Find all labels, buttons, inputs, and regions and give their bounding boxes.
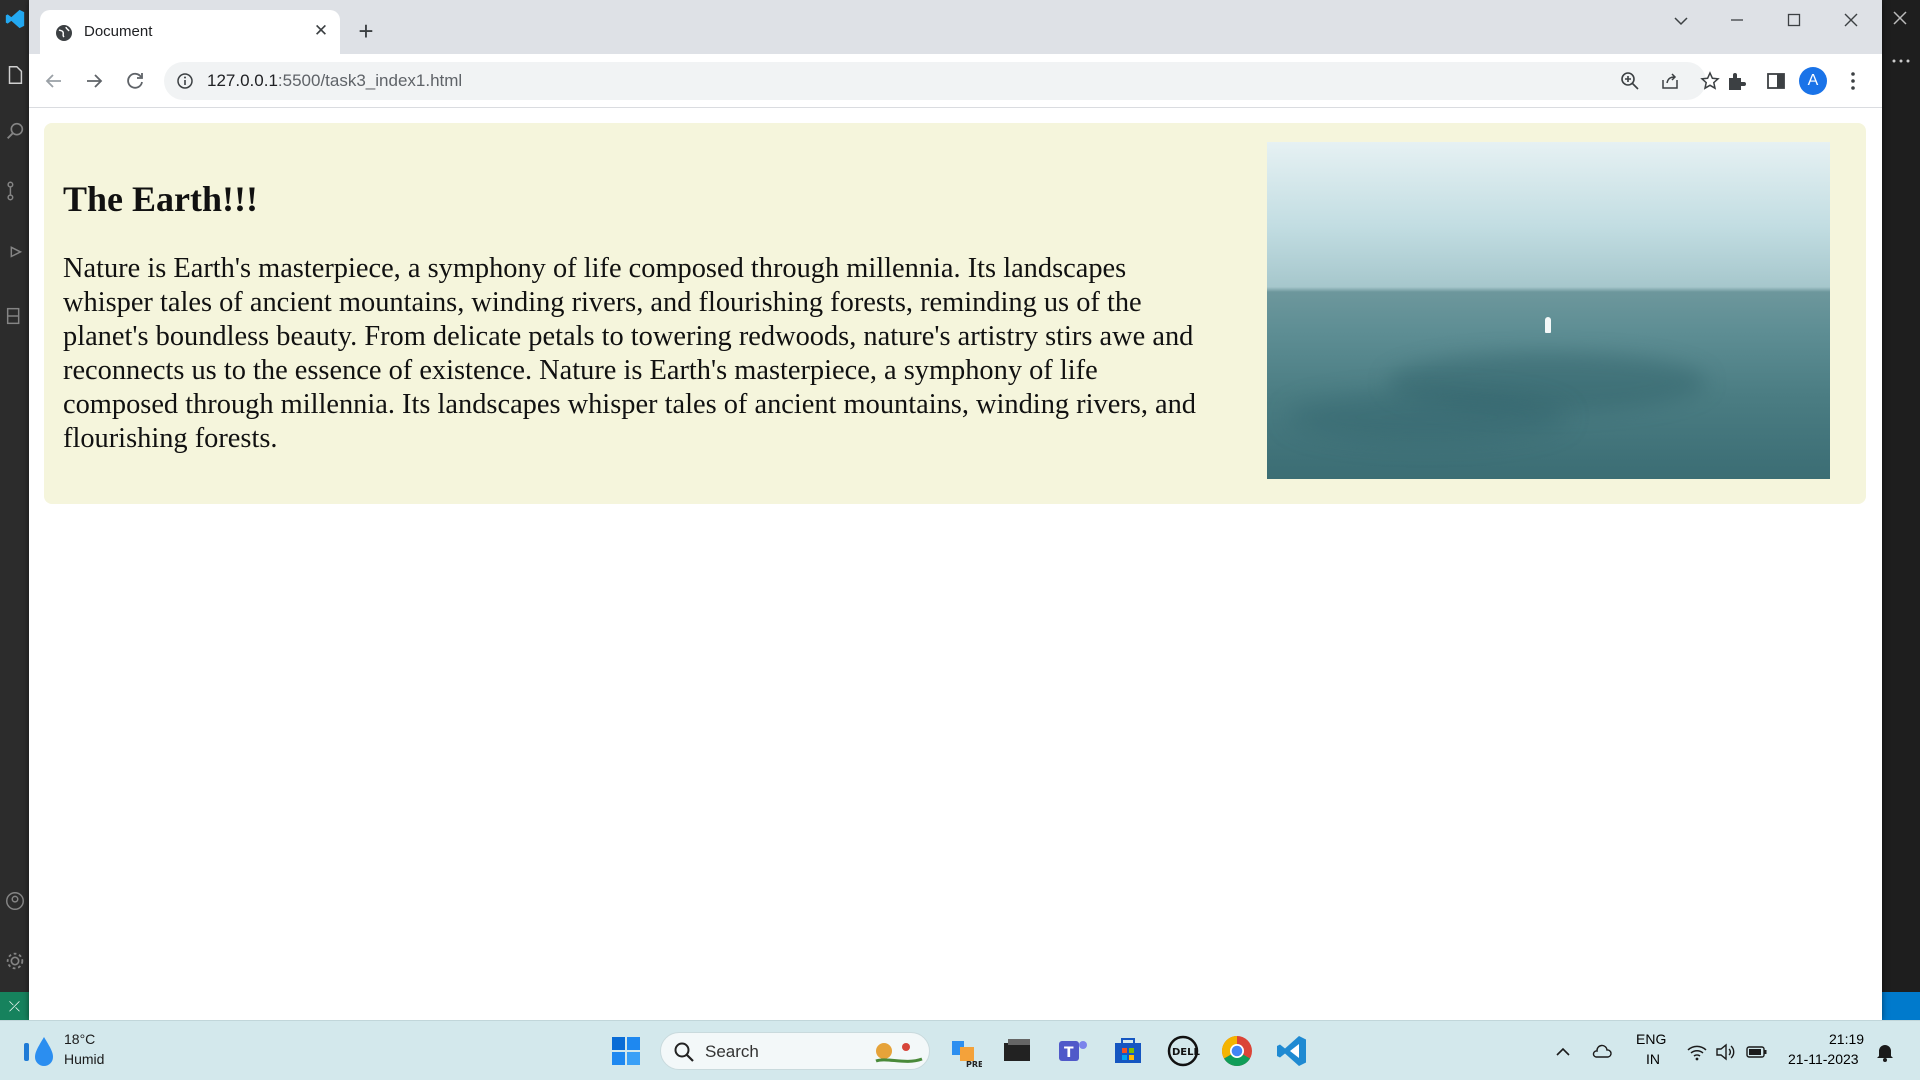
teams-icon[interactable]: T — [1055, 1033, 1091, 1069]
image-wave — [1287, 392, 1567, 442]
globe-icon — [56, 25, 72, 41]
copilot-icon[interactable]: PRE — [946, 1033, 982, 1069]
windows-start-icon[interactable] — [610, 1035, 642, 1067]
weather-description: Humid — [64, 1051, 105, 1067]
source-control-icon[interactable] — [4, 180, 26, 202]
weather-temperature: 18°C — [64, 1031, 96, 1047]
forward-arrow-icon[interactable] — [79, 66, 109, 96]
chrome-icon[interactable] — [1219, 1033, 1255, 1069]
svg-text:DELL: DELL — [1172, 1047, 1201, 1058]
tab-strip: Document ✕ + — [29, 0, 1882, 54]
explorer-icon[interactable] — [4, 64, 26, 86]
search-label: Search — [705, 1042, 759, 1061]
remote-indicator-icon[interactable]: ⤫ — [0, 992, 29, 1020]
file-explorer-icon[interactable] — [1000, 1033, 1036, 1069]
zoom-icon[interactable] — [1620, 71, 1640, 91]
extensions-panel-icon[interactable] — [4, 305, 26, 327]
vscode-activity-bar — [0, 0, 29, 1020]
account-icon[interactable] — [4, 890, 26, 912]
volume-icon[interactable] — [1714, 1041, 1736, 1063]
dell-icon[interactable]: DELL — [1165, 1033, 1201, 1069]
share-icon[interactable] — [1660, 71, 1680, 91]
settings-gear-icon[interactable] — [4, 950, 26, 972]
svg-text:PRE: PRE — [966, 1060, 982, 1069]
weather-humid-icon[interactable] — [22, 1033, 56, 1069]
svg-text:T: T — [1064, 1045, 1074, 1061]
taskbar-search[interactable]: Search — [660, 1032, 930, 1070]
back-arrow-icon[interactable] — [39, 66, 69, 96]
debug-icon[interactable] — [4, 240, 26, 262]
notification-bell-icon[interactable] — [1874, 1041, 1896, 1063]
maximize-icon[interactable] — [1774, 8, 1814, 36]
minimize-icon[interactable] — [1717, 8, 1757, 36]
vscode-logo-icon — [5, 9, 25, 29]
vscode-icon[interactable] — [1274, 1033, 1310, 1069]
address-bar[interactable]: 127.0.0.1:5500/task3_index1.html — [164, 62, 1720, 100]
vscode-editor-edge — [1882, 0, 1920, 1020]
onedrive-icon[interactable] — [1591, 1041, 1613, 1063]
content-card: The Earth!!! Nature is Earth's masterpie… — [44, 123, 1866, 504]
chevron-up-icon[interactable] — [1552, 1041, 1574, 1063]
reload-icon[interactable] — [120, 66, 150, 96]
search-highlight-icon — [875, 1043, 923, 1063]
battery-icon[interactable] — [1746, 1041, 1768, 1063]
wifi-icon[interactable] — [1686, 1041, 1708, 1063]
star-icon[interactable] — [1700, 71, 1720, 91]
clock-date[interactable]: 21-11-2023 — [1788, 1051, 1859, 1067]
search-icon[interactable] — [4, 120, 26, 142]
url-text[interactable]: 127.0.0.1:5500/task3_index1.html — [207, 71, 462, 91]
page-paragraph: Nature is Earth's masterpiece, a symphon… — [63, 253, 1197, 454]
more-horizontal-icon[interactable] — [1890, 56, 1912, 66]
more-vert-icon[interactable] — [1841, 69, 1865, 93]
page-title: The Earth!!! — [63, 179, 258, 219]
search-icon — [674, 1042, 694, 1062]
avatar[interactable]: A — [1799, 67, 1827, 95]
side-panel-icon[interactable] — [1764, 69, 1788, 93]
close-icon[interactable] — [1890, 8, 1910, 28]
store-icon[interactable] — [1110, 1033, 1146, 1069]
browser-window: Document ✕ + 127.0.0.1:5500/task3_index1… — [29, 0, 1882, 1020]
windows-taskbar: 18°C Humid Search PRE T DELL ENG IN 21:1… — [0, 1020, 1920, 1080]
extensions-icon[interactable] — [1724, 69, 1748, 93]
close-window-icon[interactable] — [1831, 8, 1871, 36]
info-icon[interactable] — [176, 72, 194, 90]
notification-status-icon[interactable] — [1882, 992, 1920, 1020]
close-icon[interactable]: ✕ — [310, 20, 332, 42]
page-viewport: The Earth!!! Nature is Earth's masterpie… — [29, 108, 1882, 1020]
plus-icon[interactable]: + — [352, 18, 380, 46]
language-region[interactable]: IN — [1646, 1051, 1660, 1067]
image-sailboat — [1545, 317, 1551, 333]
tab-title: Document — [84, 23, 153, 40]
sea-image — [1267, 142, 1830, 479]
tab-document[interactable]: Document ✕ — [40, 10, 340, 54]
language-indicator[interactable]: ENG — [1636, 1031, 1666, 1047]
chevron-down-icon[interactable] — [1661, 8, 1701, 36]
clock-time[interactable]: 21:19 — [1829, 1031, 1864, 1047]
browser-toolbar: 127.0.0.1:5500/task3_index1.html A — [29, 54, 1882, 108]
